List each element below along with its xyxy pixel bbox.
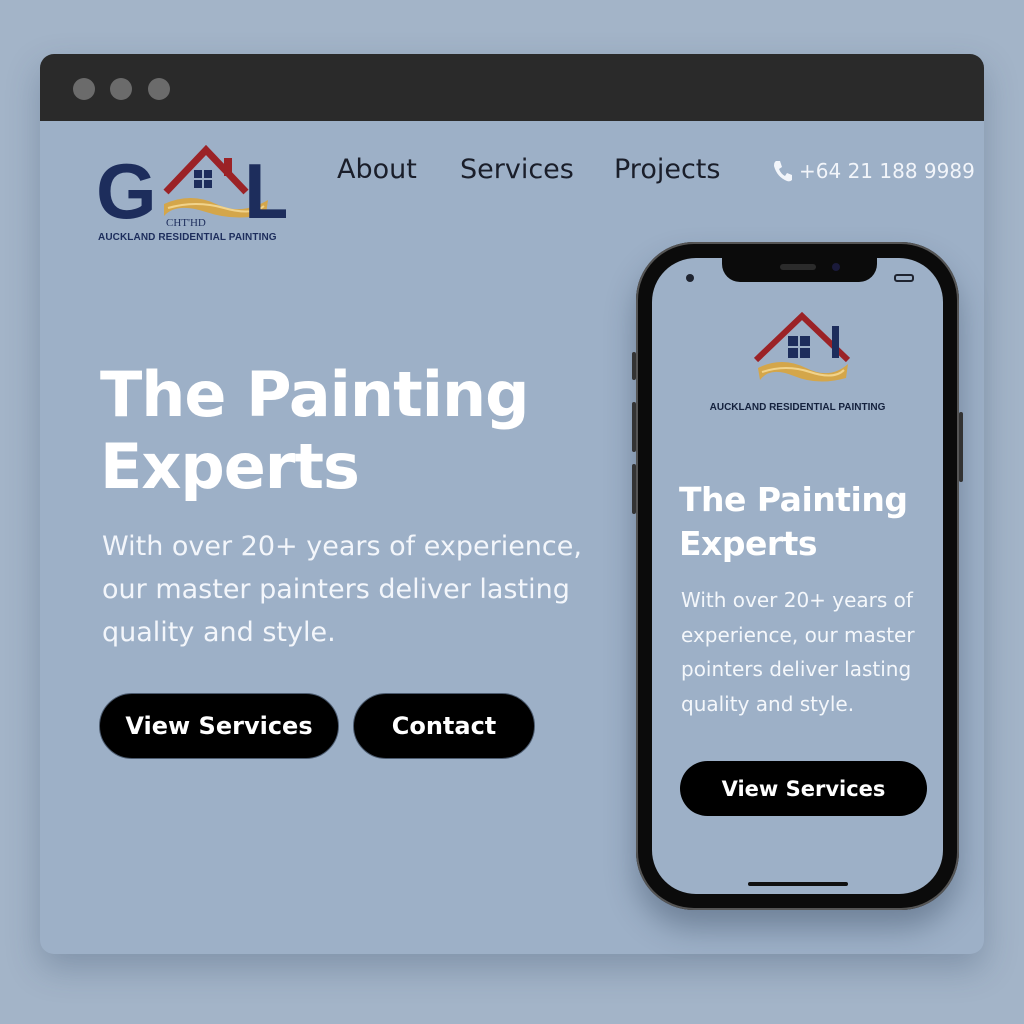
mobile-title-line1: The Painting	[679, 480, 908, 519]
status-camera-icon	[686, 274, 694, 282]
mobile-hero-description: With over 20+ years of experience, our m…	[681, 588, 915, 716]
phone-notch	[722, 258, 877, 282]
mobile-screen: AUCKLAND RESIDENTIAL PAINTING The Painti…	[652, 258, 943, 894]
mobile-preview-phone: AUCKLAND RESIDENTIAL PAINTING The Painti…	[632, 242, 963, 910]
mobile-view-services-button[interactable]: View Services	[680, 761, 927, 816]
phone-volume-down	[632, 464, 636, 514]
mobile-logo-caption: AUCKLAND RESIDENTIAL PAINTING	[709, 402, 886, 413]
battery-icon	[894, 274, 914, 282]
phone-volume-up	[632, 402, 636, 452]
home-indicator[interactable]	[748, 882, 848, 886]
camera-icon	[832, 263, 840, 271]
hero-title-line1: The Painting	[100, 358, 529, 431]
phone-power-button	[959, 412, 963, 482]
mobile-hero-title: The Painting Experts	[679, 478, 939, 566]
nav-projects-link[interactable]: Projects	[614, 154, 720, 185]
hero-title: The Painting Experts	[100, 359, 570, 503]
mobile-title-line2: Experts	[679, 524, 818, 563]
nav-about-link[interactable]: About	[337, 154, 417, 185]
browser-titlebar	[40, 54, 984, 121]
phone-number: +64 21 188 9989	[799, 159, 975, 183]
contact-button[interactable]: Contact	[353, 693, 535, 759]
mobile-logo-icon[interactable]	[752, 310, 852, 390]
window-maximize-button[interactable]	[148, 78, 170, 100]
nav-services-link[interactable]: Services	[460, 154, 574, 185]
phone-link[interactable]: +64 21 188 9989	[773, 159, 975, 183]
hero-title-line2: Experts	[100, 430, 360, 503]
phone-icon	[774, 161, 792, 182]
logo-mark-icon: G L CHT'HD	[96, 144, 286, 234]
phone-silent-switch	[632, 352, 636, 380]
window-close-button[interactable]	[73, 78, 95, 100]
view-services-button[interactable]: View Services	[99, 693, 339, 759]
svg-text:G: G	[96, 147, 157, 234]
hero-description: With over 20+ years of experience, our m…	[102, 531, 582, 648]
site-logo[interactable]: G L CHT'HD AUCKLAND RESIDENTIAL PAINTING	[96, 144, 286, 254]
logo-tag: CHT'HD	[166, 217, 206, 229]
logo-caption: AUCKLAND RESIDENTIAL PAINTING	[98, 232, 277, 243]
phone-speaker	[780, 264, 816, 270]
window-minimize-button[interactable]	[110, 78, 132, 100]
svg-text:L: L	[244, 147, 286, 234]
